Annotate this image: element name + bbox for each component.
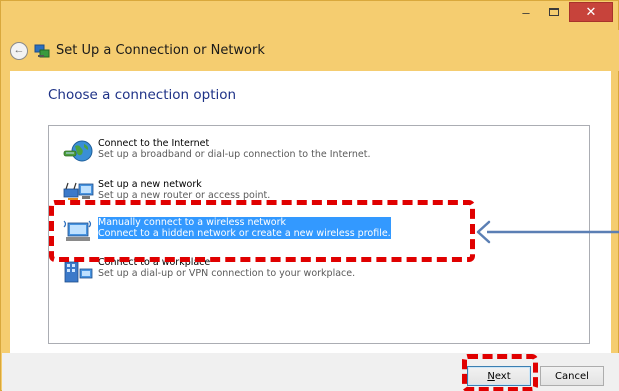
option-description: Set up a broadband or dial-up connection…: [98, 149, 371, 160]
header-bar: ← Set Up a Connection or Network: [2, 30, 619, 71]
option-description: Set up a dial-up or VPN connection to yo…: [98, 268, 356, 279]
instruction-heading: Choose a connection option: [48, 87, 237, 103]
dialog-title: Set Up a Connection or Network: [56, 43, 265, 58]
network-icon: [34, 44, 50, 57]
close-icon: ✕: [585, 4, 597, 19]
dialog-window: – ✕ ← Set Up a Connection or Network Cho…: [0, 0, 619, 391]
option-manual-wireless[interactable]: Manually connect to a wireless network C…: [62, 217, 391, 247]
workplace-icon: [64, 261, 93, 283]
option-description: Set up a new router or access point.: [98, 190, 271, 201]
option-title: Connect to a workplace: [98, 257, 211, 268]
minimize-icon: –: [522, 4, 530, 20]
option-title: Manually connect to a wireless network: [98, 217, 287, 228]
globe-icon: [63, 140, 93, 162]
pointer-arrow-icon: [476, 220, 619, 244]
minimize-button[interactable]: –: [513, 2, 539, 22]
next-button[interactable]: Next: [467, 366, 531, 386]
button-bar: Next Cancel: [2, 353, 619, 391]
maximize-button[interactable]: [541, 2, 567, 22]
option-title: Set up a new network: [98, 179, 202, 190]
option-title: Connect to the Internet: [98, 138, 210, 149]
cancel-button[interactable]: Cancel: [540, 366, 604, 386]
back-button[interactable]: ←: [10, 41, 28, 60]
maximize-icon: [549, 8, 559, 16]
wireless-computer-icon: [63, 220, 92, 241]
back-arrow-icon: ←: [13, 44, 25, 56]
option-new-network[interactable]: Set up a new network Set up a new router…: [62, 179, 270, 209]
option-connect-internet[interactable]: Connect to the Internet Set up a broadba…: [62, 138, 371, 168]
router-icon: [63, 182, 94, 200]
title-bar: – ✕: [1, 1, 618, 29]
content-area: Choose a connection option Connect to th…: [10, 71, 611, 353]
close-button[interactable]: ✕: [569, 2, 613, 22]
option-description: Connect to a hidden network or create a …: [98, 228, 391, 239]
option-workplace[interactable]: Connect to a workplace Set up a dial-up …: [62, 257, 355, 287]
